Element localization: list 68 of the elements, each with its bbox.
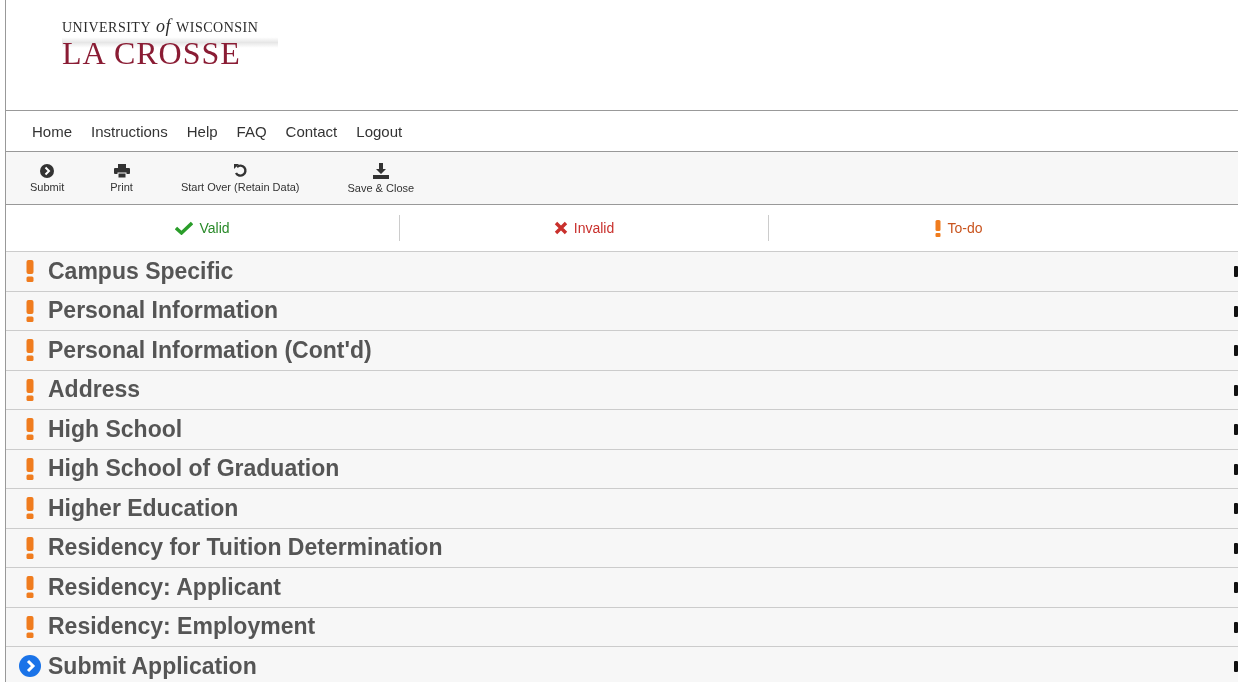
caret-icon: [1234, 345, 1238, 356]
download-icon: [372, 162, 389, 179]
exclamation-icon: [26, 339, 34, 362]
logo-text: WISCONSIN: [176, 20, 259, 36]
toolbar-button[interactable]: Save & Close: [347, 162, 415, 194]
section-title: Campus Specific: [48, 257, 234, 285]
section-title: Higher Education: [48, 494, 239, 522]
caret-icon: [1234, 582, 1238, 593]
toolbar-button[interactable]: Start Over (Retain Data): [180, 163, 300, 193]
exclamation-icon: [26, 299, 34, 322]
exclamation-icon: [26, 260, 34, 283]
section-title: High School of Graduation: [48, 455, 340, 483]
undo-icon: [232, 163, 248, 178]
section-title: Residency for Tuition Determination: [48, 534, 443, 562]
section-row[interactable]: Personal Information (Cont'd): [6, 331, 1238, 371]
exclamation-icon: [26, 576, 34, 599]
nav-link[interactable]: Help: [186, 122, 218, 140]
arrow-circle-icon: [40, 163, 55, 178]
section-row[interactable]: High School of Graduation: [6, 449, 1238, 489]
section-row[interactable]: Residency: Employment: [6, 607, 1238, 647]
caret-icon: [1234, 621, 1238, 633]
caret-icon: [1234, 424, 1238, 435]
section-title: Residency: Employment: [48, 613, 316, 641]
logo-text: LA CROSSE: [62, 37, 242, 69]
section-row[interactable]: Higher Education: [6, 489, 1238, 529]
exclamation-icon: [935, 219, 942, 237]
caret-icon: [1234, 503, 1238, 514]
caret-icon: [1234, 542, 1238, 554]
nav-link[interactable]: Home: [32, 122, 72, 140]
section-title: Personal Information: [48, 297, 279, 325]
section-title: Residency: Applicant: [48, 573, 282, 601]
section-row[interactable]: Submit Application: [6, 647, 1238, 682]
legend-label: To-do: [947, 220, 983, 236]
exclamation-icon: [26, 615, 34, 638]
legend-label: Invalid: [573, 220, 615, 236]
exclamation-icon: [26, 378, 34, 401]
nav-link[interactable]: Logout: [356, 122, 403, 140]
toolbar-button[interactable]: Print: [110, 163, 133, 193]
cross-icon: [553, 221, 568, 235]
nav-link[interactable]: FAQ: [236, 122, 267, 140]
caret-icon: [1234, 305, 1238, 317]
section-row[interactable]: High School: [6, 410, 1238, 450]
exclamation-icon: [26, 457, 34, 480]
check-icon: [175, 221, 194, 235]
caret-icon: [1234, 661, 1238, 672]
section-row[interactable]: Campus Specific: [6, 252, 1238, 292]
section-row[interactable]: Address: [6, 370, 1238, 410]
exclamation-icon: [26, 536, 34, 559]
section-title: High School: [48, 415, 183, 443]
legend-label: Valid: [199, 220, 230, 236]
arrow-circle-icon: [19, 655, 41, 678]
section-row[interactable]: Residency: Applicant: [6, 568, 1238, 608]
logo-text: of: [156, 16, 171, 37]
toolbar-button[interactable]: Submit: [30, 163, 65, 193]
caret-icon: [1234, 384, 1238, 396]
caret-icon: [1234, 463, 1238, 475]
section-title: Address: [48, 376, 141, 404]
nav-link[interactable]: Instructions: [91, 122, 168, 140]
logo-text: UNIVERSITY: [62, 20, 151, 36]
section-row[interactable]: Personal Information: [6, 291, 1238, 331]
caret-icon: [1234, 266, 1238, 277]
section-title: Submit Application: [48, 652, 257, 680]
nav-link[interactable]: Contact: [285, 122, 338, 140]
section-row[interactable]: Residency for Tuition Determination: [6, 528, 1238, 568]
exclamation-icon: [26, 497, 34, 520]
printer-icon: [113, 163, 130, 178]
exclamation-icon: [26, 418, 34, 441]
section-title: Personal Information (Cont'd): [48, 336, 372, 364]
